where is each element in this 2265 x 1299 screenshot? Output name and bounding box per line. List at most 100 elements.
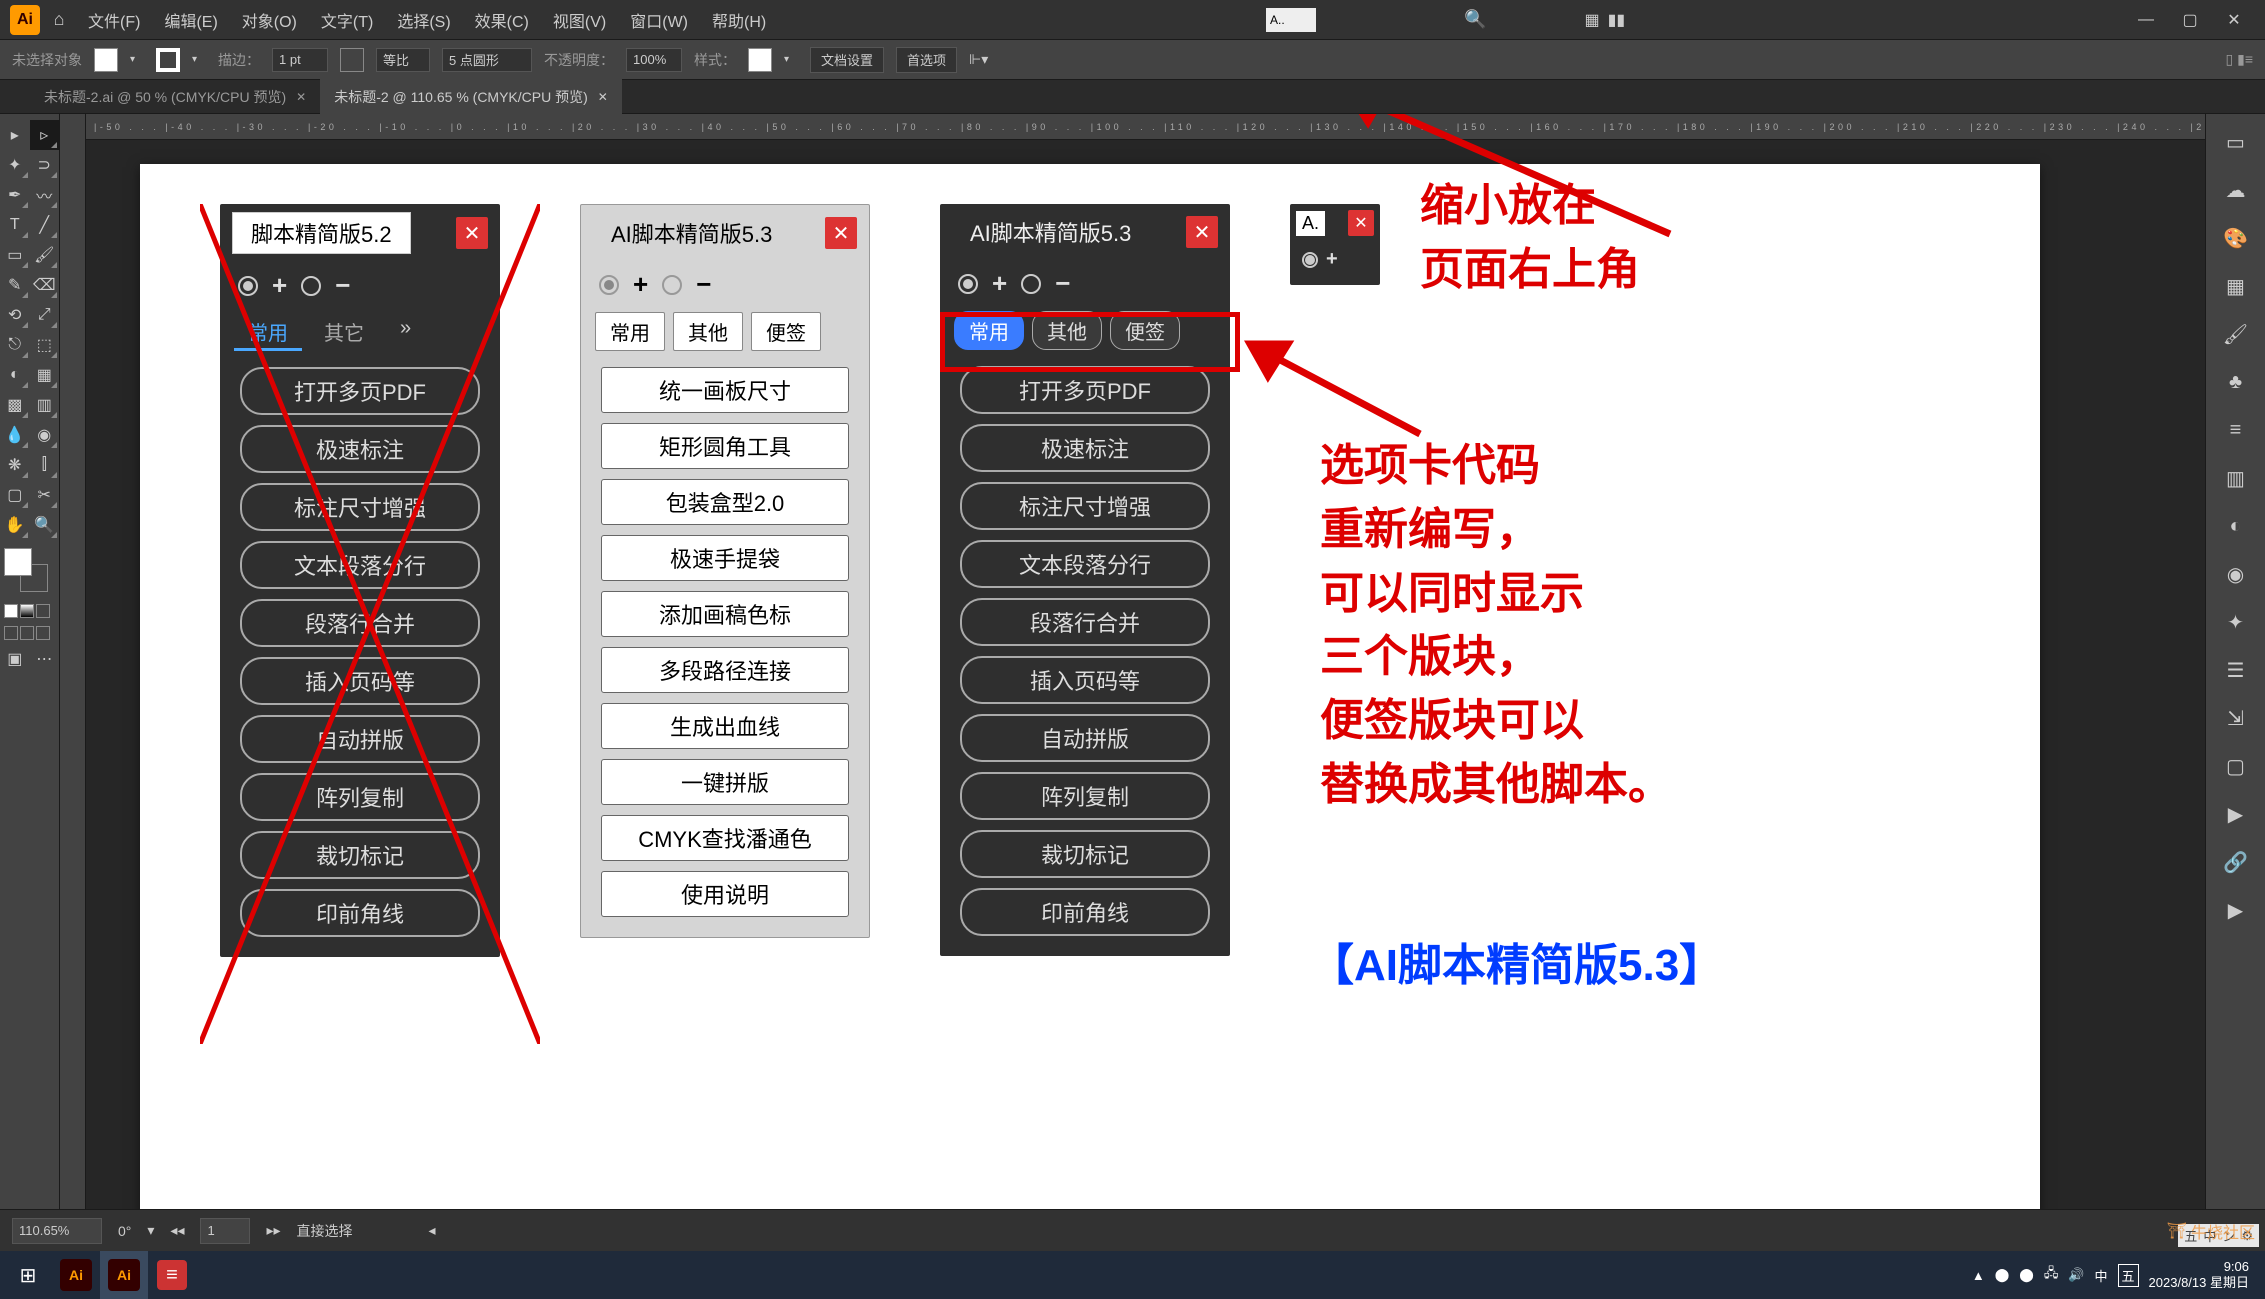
script-button[interactable]: 阵列复制 (960, 772, 1210, 820)
close-button[interactable]: ✕ (1186, 216, 1218, 248)
script-button[interactable]: 打开多页PDF (960, 366, 1210, 414)
script-button[interactable]: 包装盒型2.0 (601, 479, 849, 525)
zoom-input[interactable] (12, 1218, 102, 1244)
stroke-panel-icon[interactable]: ≡ (2216, 410, 2256, 450)
tab-other[interactable]: 其他 (1032, 311, 1102, 350)
gradient-tool[interactable]: ▥ (30, 390, 60, 420)
curvature-tool[interactable]: 〰 (30, 180, 60, 210)
tray-icon[interactable]: ⬤ (1995, 1267, 2010, 1283)
artboards-panel-icon[interactable]: ▢ (2216, 746, 2256, 786)
document-tab[interactable]: 未标题-2 @ 110.65 % (CMYK/CPU 预览) ✕ (320, 79, 622, 115)
script-button[interactable]: CMYK查找潘通色 (601, 815, 849, 861)
appearance-panel-icon[interactable]: ◉ (2216, 554, 2256, 594)
magic-wand-tool[interactable]: ✦ (0, 150, 30, 180)
plus-icon[interactable]: + (992, 268, 1007, 299)
tab-common[interactable]: 常用 (595, 312, 665, 351)
menu-window[interactable]: 窗口(W) (620, 4, 698, 36)
graph-tool[interactable]: ⫿ (30, 450, 60, 480)
gradient-mode[interactable] (20, 604, 34, 618)
window-maximize[interactable]: ▢ (2169, 5, 2211, 35)
home-icon[interactable]: ⌂ (44, 5, 74, 35)
menu-select[interactable]: 选择(S) (387, 4, 460, 36)
script-button[interactable]: 自动拼版 (240, 715, 480, 763)
tab-other[interactable]: 其它 (310, 313, 378, 351)
direct-selection-tool[interactable]: ▹ (30, 120, 60, 150)
tab-notes[interactable]: 便签 (751, 312, 821, 351)
layout-icon[interactable]: ▦ (1584, 10, 1599, 30)
tray-volume-icon[interactable]: ▲ (1972, 1268, 1985, 1283)
tab-other[interactable]: 其他 (673, 312, 743, 351)
menu-file[interactable]: 文件(F) (78, 4, 150, 36)
stroke-width-input[interactable] (272, 48, 328, 72)
eraser-tool[interactable]: ⌫ (30, 270, 60, 300)
menu-object[interactable]: 对象(O) (232, 4, 307, 36)
canvas[interactable]: |-50 . . . |-40 . . . |-30 . . . |-20 . … (60, 114, 2205, 1209)
script-button[interactable]: 极速手提袋 (601, 535, 849, 581)
script-button[interactable]: 段落行合并 (240, 599, 480, 647)
radio-icon[interactable] (238, 276, 258, 296)
script-button[interactable]: 使用说明 (601, 871, 849, 917)
color-mode[interactable] (4, 604, 18, 618)
radio-icon[interactable] (599, 275, 619, 295)
radio-icon[interactable] (958, 274, 978, 294)
uniform-swatch[interactable] (340, 48, 364, 72)
radio-icon[interactable] (301, 276, 321, 296)
titlebar-script-field[interactable] (1266, 8, 1316, 32)
graphic-styles-panel-icon[interactable]: ✦ (2216, 602, 2256, 642)
perspective-tool[interactable]: ▦ (30, 360, 60, 390)
layers-panel-icon[interactable]: ☰ (2216, 650, 2256, 690)
tray-network-icon[interactable]: 🖧 (2044, 1264, 2059, 1286)
script-button[interactable]: 添加画稿色标 (601, 591, 849, 637)
brushes-panel-icon[interactable]: 🖌 (2216, 314, 2256, 354)
taskbar-app-ai[interactable]: Ai (52, 1251, 100, 1299)
zoom-tool[interactable]: 🔍 (30, 510, 60, 540)
close-button[interactable]: ✕ (1348, 210, 1374, 236)
taskbar-app-other[interactable]: ≡ (148, 1251, 196, 1299)
artboard-nav-prev-icon[interactable]: ◂◂ (170, 1222, 184, 1239)
fill-stroke-swatch[interactable] (4, 548, 48, 592)
script-button[interactable]: 生成出血线 (601, 703, 849, 749)
paintbrush-tool[interactable]: 🖌 (30, 240, 60, 270)
radio-icon[interactable] (662, 275, 682, 295)
free-transform-tool[interactable]: ⬚ (30, 330, 60, 360)
artboard-tool[interactable]: ▢ (0, 480, 30, 510)
scroll-left-icon[interactable]: ◂ (429, 1222, 436, 1239)
scale-mode-input[interactable] (376, 48, 430, 72)
artboard-nav-next-icon[interactable]: ▸▸ (266, 1222, 280, 1239)
screen-mode-button[interactable]: ▣ (0, 644, 30, 674)
script-button[interactable]: 矩形圆角工具 (601, 423, 849, 469)
gradient-panel-icon[interactable]: ▥ (2216, 458, 2256, 498)
color-panel-icon[interactable]: 🎨 (2216, 218, 2256, 258)
edit-toolbar-button[interactable]: ⋯ (30, 644, 60, 674)
script-button[interactable]: 打开多页PDF (240, 367, 480, 415)
menu-view[interactable]: 视图(V) (543, 4, 616, 36)
radio-icon[interactable] (1021, 274, 1041, 294)
script-button[interactable]: 标注尺寸增强 (240, 483, 480, 531)
blend-tool[interactable]: ◉ (30, 420, 60, 450)
script-button[interactable]: 阵列复制 (240, 773, 480, 821)
shaper-tool[interactable]: ✎ (0, 270, 30, 300)
script-button[interactable]: 段落行合并 (960, 598, 1210, 646)
start-button[interactable]: ⊞ (4, 1251, 52, 1299)
menu-edit[interactable]: 编辑(E) (154, 4, 227, 36)
css-panel-icon[interactable]: ▶ (2216, 890, 2256, 930)
plus-icon[interactable]: + (1326, 248, 1338, 271)
none-mode[interactable] (36, 604, 50, 618)
script-button[interactable]: 一键拼版 (601, 759, 849, 805)
script-button[interactable]: 印前角线 (240, 889, 480, 937)
window-minimize[interactable]: — (2125, 5, 2167, 35)
script-button[interactable]: 印前角线 (960, 888, 1210, 936)
script-button[interactable]: 标注尺寸增强 (960, 482, 1210, 530)
slice-tool[interactable]: ✂ (30, 480, 60, 510)
tray-ime-icon[interactable]: 中 (2095, 1266, 2108, 1285)
plus-icon[interactable]: + (633, 269, 648, 300)
close-button[interactable]: ✕ (456, 217, 488, 249)
properties-panel-icon[interactable]: ▭ (2216, 122, 2256, 162)
lasso-tool[interactable]: ⊃ (30, 150, 60, 180)
tray-volume-icon[interactable]: 🔊 (2068, 1267, 2084, 1283)
script-button[interactable]: 插入页码等 (240, 657, 480, 705)
rotate-dropdown-icon[interactable]: ▾ (147, 1222, 154, 1239)
align-icon[interactable]: ⊩▾ (969, 51, 988, 68)
document-setup-button[interactable]: 文档设置 (810, 47, 884, 73)
tray-ime-icon[interactable]: 五 (2118, 1264, 2139, 1287)
